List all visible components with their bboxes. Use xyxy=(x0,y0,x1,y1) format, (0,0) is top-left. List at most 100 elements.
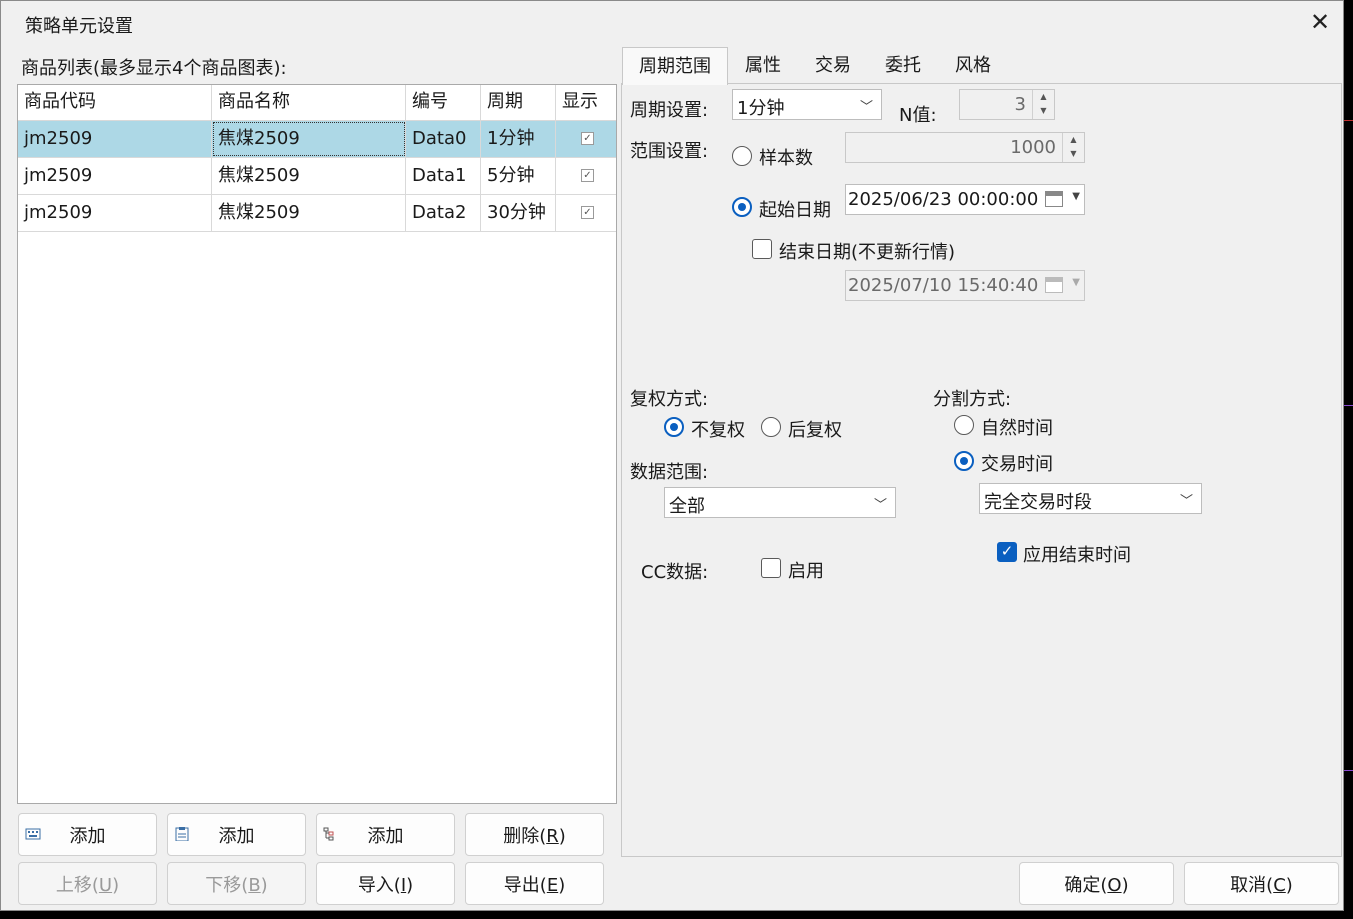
show-checkbox[interactable]: ✓ xyxy=(581,169,594,182)
adjust-method-label: 复权方式: xyxy=(630,389,709,410)
n-value-stepper[interactable]: 3 ▲ ▼ xyxy=(959,89,1055,120)
back-adjust-label: 后复权 xyxy=(788,420,842,441)
start-date-picker[interactable]: 2025/06/23 00:00:00 ▼ xyxy=(845,184,1085,215)
data-range-value: 全部 xyxy=(669,496,705,517)
cell-name: 焦煤2509 xyxy=(212,158,406,194)
close-icon[interactable]: ✕ xyxy=(1305,7,1335,37)
period-setting-label: 周期设置: xyxy=(630,100,709,121)
data-range-select[interactable]: 全部 ﹀ xyxy=(664,487,896,518)
sample-count-label: 样本数 xyxy=(759,148,813,169)
col-header-code[interactable]: 商品代码 xyxy=(18,85,212,121)
show-checkbox[interactable]: ✓ xyxy=(581,132,594,145)
end-date-label: 结束日期(不更新行情) xyxy=(779,242,956,263)
range-setting-label: 范围设置: xyxy=(630,141,709,162)
session-value: 完全交易时段 xyxy=(984,492,1092,513)
import-label: 导入(I) xyxy=(357,874,414,896)
cell-name: 焦煤2509 xyxy=(212,121,406,157)
apply-end-time-label: 应用结束时间 xyxy=(1023,545,1131,566)
show-checkbox[interactable]: ✓ xyxy=(581,206,594,219)
ok-button[interactable]: 确定(O) xyxy=(1019,862,1174,905)
cell-period: 1分钟 xyxy=(481,121,556,157)
col-header-id[interactable]: 编号 xyxy=(406,85,481,121)
export-button[interactable]: 导出(E) xyxy=(465,862,604,905)
product-table: 商品代码 商品名称 编号 周期 显示 jm2509 焦煤2509 Data0 1… xyxy=(17,84,617,804)
sample-count-stepper[interactable]: 1000 ▲ ▼ xyxy=(845,132,1085,163)
table-row[interactable]: jm2509 焦煤2509 Data1 5分钟 ✓ xyxy=(18,158,616,195)
trading-time-radio[interactable] xyxy=(954,451,974,471)
n-value-text: 3 xyxy=(1014,94,1026,115)
calendar-icon xyxy=(1045,191,1063,207)
tab-period-range[interactable]: 周期范围 xyxy=(622,47,728,85)
cancel-button[interactable]: 取消(C) xyxy=(1184,862,1339,905)
chevron-down-icon: ▼ xyxy=(1072,191,1080,202)
sample-count-radio[interactable] xyxy=(732,146,752,166)
col-header-show[interactable]: 显示 xyxy=(556,85,616,121)
cell-code: jm2509 xyxy=(18,158,212,194)
start-date-value: 2025/06/23 00:00:00 xyxy=(848,189,1039,210)
spin-up-icon: ▲ xyxy=(1070,135,1077,144)
add-product-button[interactable]: 添加 xyxy=(18,813,157,856)
table-row[interactable]: jm2509 焦煤2509 Data2 30分钟 ✓ xyxy=(18,195,616,232)
natural-time-radio[interactable] xyxy=(954,415,974,435)
cell-id: Data0 xyxy=(406,121,481,157)
col-header-name[interactable]: 商品名称 xyxy=(212,85,406,121)
chevron-down-icon: ﹀ xyxy=(1179,494,1193,509)
move-down-button[interactable]: 下移(B) xyxy=(167,862,306,905)
spin-down-icon: ▼ xyxy=(1040,106,1047,115)
cell-code: jm2509 xyxy=(18,121,212,157)
start-date-radio[interactable] xyxy=(732,197,752,217)
ok-label: 确定(O) xyxy=(1064,874,1129,896)
end-date-picker[interactable]: 2025/07/10 15:40:40 ▼ xyxy=(845,270,1085,301)
end-date-value: 2025/07/10 15:40:40 xyxy=(848,275,1039,296)
delete-button[interactable]: 删除(R) xyxy=(465,813,604,856)
chevron-down-icon: ▼ xyxy=(1072,277,1080,288)
add-product-label: 添加 xyxy=(69,825,106,847)
move-down-label: 下移(B) xyxy=(205,874,268,896)
dialog-title: 策略单元设置 xyxy=(25,16,133,37)
move-up-label: 上移(U) xyxy=(55,874,120,896)
spin-down-icon: ▼ xyxy=(1070,149,1077,158)
add-from-tree-button[interactable]: 添加 xyxy=(316,813,455,856)
tab-style[interactable]: 风格 xyxy=(942,47,1004,84)
calendar-icon xyxy=(1045,277,1063,293)
export-label: 导出(E) xyxy=(503,874,566,896)
tab-trading[interactable]: 交易 xyxy=(802,47,864,84)
cell-period: 5分钟 xyxy=(481,158,556,194)
product-list-label: 商品列表(最多显示4个商品图表): xyxy=(21,58,287,79)
start-date-label: 起始日期 xyxy=(759,200,831,221)
cell-code: jm2509 xyxy=(18,195,212,231)
add-from-list-label: 添加 xyxy=(218,825,255,847)
tab-properties[interactable]: 属性 xyxy=(732,47,794,84)
sample-count-value: 1000 xyxy=(1010,137,1056,158)
back-adjust-radio[interactable] xyxy=(761,417,781,437)
data-range-label: 数据范围: xyxy=(630,462,709,483)
no-adjust-radio[interactable] xyxy=(664,417,684,437)
n-value-label: N值: xyxy=(899,105,937,126)
natural-time-label: 自然时间 xyxy=(981,418,1053,439)
cell-name: 焦煤2509 xyxy=(212,195,406,231)
import-button[interactable]: 导入(I) xyxy=(316,862,455,905)
end-date-checkbox[interactable] xyxy=(752,239,772,259)
add-from-tree-label: 添加 xyxy=(367,825,404,847)
delete-label: 删除(R) xyxy=(503,825,566,847)
cc-enable-checkbox[interactable] xyxy=(761,558,781,578)
add-from-list-button[interactable]: 添加 xyxy=(167,813,306,856)
trading-time-label: 交易时间 xyxy=(981,454,1053,475)
cc-enable-label: 启用 xyxy=(788,561,824,582)
move-up-button[interactable]: 上移(U) xyxy=(18,862,157,905)
table-row[interactable]: jm2509 焦煤2509 Data0 1分钟 ✓ xyxy=(18,121,616,158)
period-select-value: 1分钟 xyxy=(737,98,785,119)
chevron-down-icon: ﹀ xyxy=(859,100,873,115)
spin-buttons[interactable]: ▲ ▼ xyxy=(1032,90,1054,119)
apply-end-time-checkbox[interactable]: ✓ xyxy=(997,542,1017,562)
cell-period: 30分钟 xyxy=(481,195,556,231)
period-select[interactable]: 1分钟 ﹀ xyxy=(732,89,882,120)
col-header-period[interactable]: 周期 xyxy=(481,85,556,121)
keyboard-icon xyxy=(25,828,41,840)
session-select[interactable]: 完全交易时段 ﹀ xyxy=(979,483,1202,514)
split-method-label: 分割方式: xyxy=(933,389,1012,410)
cancel-label: 取消(C) xyxy=(1230,874,1293,896)
tab-orders[interactable]: 委托 xyxy=(872,47,934,84)
cc-data-label: CC数据: xyxy=(641,562,709,583)
spin-buttons[interactable]: ▲ ▼ xyxy=(1062,133,1084,162)
